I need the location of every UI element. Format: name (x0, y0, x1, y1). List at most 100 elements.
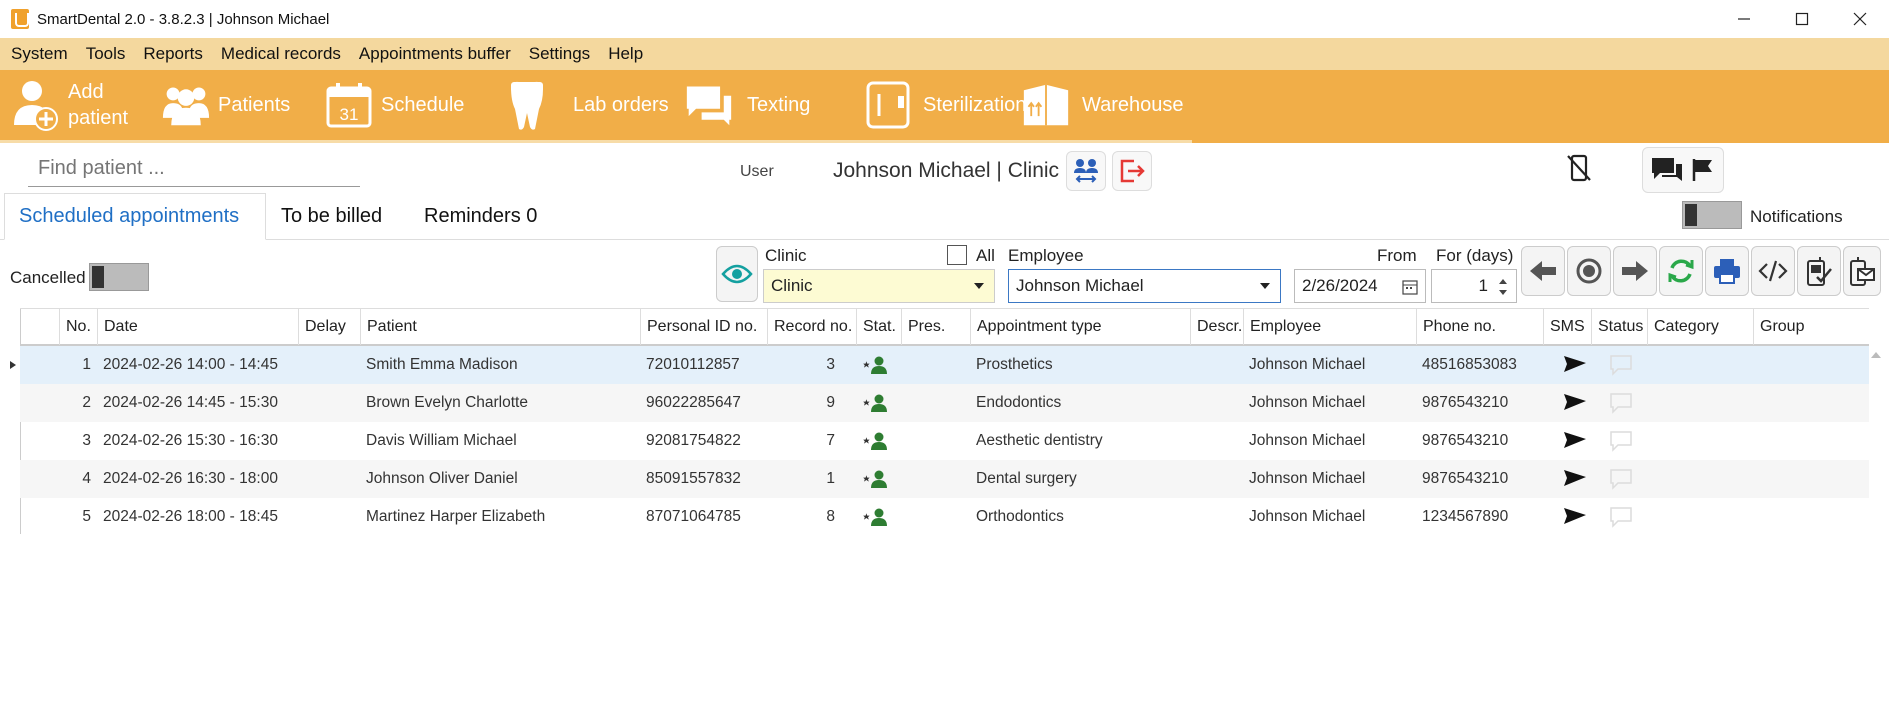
cell-record-no: 8 (826, 508, 835, 525)
col-record-no[interactable]: Record no. (767, 309, 856, 345)
phone-mail-button[interactable] (1843, 246, 1881, 296)
table-row[interactable]: 4 2024-02-26 16:30 - 18:00 Johnson Oliver … (20, 460, 1869, 498)
menu-help[interactable]: Help (605, 44, 646, 64)
col-phone[interactable]: Phone no. (1416, 309, 1533, 345)
no-phone-icon[interactable] (1564, 153, 1594, 188)
col-date[interactable]: Date (97, 309, 298, 345)
calendar-day-number: 31 (340, 105, 359, 124)
menu-bar: System Tools Reports Medical records App… (0, 38, 1889, 70)
print-button[interactable] (1705, 246, 1749, 296)
texting-button[interactable]: Texting (673, 70, 853, 143)
patient-status-icon (857, 460, 891, 498)
refresh-button[interactable] (1659, 246, 1703, 296)
menu-reports[interactable]: Reports (140, 44, 206, 64)
col-employee[interactable]: Employee (1243, 309, 1416, 345)
messages-icon[interactable] (1650, 155, 1684, 185)
col-no[interactable]: No. (59, 309, 97, 345)
maximize-button[interactable] (1773, 0, 1831, 38)
close-button[interactable] (1831, 0, 1889, 38)
employee-select-value: Johnson Michael (1016, 276, 1144, 295)
warehouse-button[interactable]: Warehouse (1022, 70, 1192, 143)
send-sms-icon[interactable] (1557, 460, 1587, 498)
from-label: From (1377, 246, 1417, 265)
menu-tools[interactable]: Tools (83, 44, 129, 64)
cell-date: 2024-02-26 14:45 - 15:30 (103, 394, 278, 411)
texting-label: Texting (747, 94, 811, 116)
table-row[interactable]: 5 2024-02-26 18:00 - 18:45 Martinez Harper… (20, 498, 1869, 536)
patients-button[interactable]: Patients (150, 70, 313, 143)
phone-check-button[interactable] (1797, 246, 1841, 296)
tab-reminders[interactable]: Reminders 0 (410, 193, 551, 240)
eye-icon (721, 264, 753, 284)
send-sms-icon[interactable] (1557, 498, 1587, 536)
all-checkbox[interactable] (947, 245, 967, 265)
patient-status-icon (857, 498, 891, 536)
user-name: Johnson Michael | Clinic (833, 159, 1060, 182)
minimize-button[interactable] (1715, 0, 1773, 38)
sterilization-label: Sterilization (923, 94, 1027, 116)
send-sms-icon[interactable] (1557, 346, 1587, 384)
table-row[interactable]: 2 2024-02-26 14:45 - 15:30 Brown Evelyn Ch… (20, 384, 1869, 422)
table-row[interactable]: 1 2024-02-26 14:00 - 14:45 Smith Emma Madi… (10, 346, 1869, 384)
from-date-input[interactable]: 2/26/2024 (1294, 269, 1426, 303)
col-delay[interactable]: Delay (298, 309, 360, 345)
tooth-icon (503, 79, 551, 131)
col-personal-id[interactable]: Personal ID no. (640, 309, 767, 345)
chevron-down-icon (1260, 283, 1270, 289)
code-button[interactable] (1751, 246, 1795, 296)
cell-patient: Brown Evelyn Charlotte (366, 394, 528, 411)
cell-phone: 1234567890 (1422, 508, 1509, 525)
cell-phone: 9876543210 (1422, 432, 1509, 449)
logout-button[interactable] (1112, 151, 1152, 191)
table-row[interactable]: 3 2024-02-26 15:30 - 16:30 Davis William M… (20, 422, 1869, 460)
menu-medical-records[interactable]: Medical records (218, 44, 344, 64)
cell-employee: Johnson Michael (1249, 508, 1366, 525)
scroll-up-arrow-icon[interactable] (1871, 352, 1881, 358)
col-sms[interactable]: SMS (1543, 309, 1591, 345)
cell-no: 1 (82, 356, 91, 373)
col-status[interactable]: Status (1591, 309, 1647, 345)
arrow-left-icon (1530, 261, 1556, 281)
send-sms-icon[interactable] (1557, 384, 1587, 422)
cell-appointment-type: Orthodontics (976, 508, 1064, 525)
next-day-button[interactable] (1613, 246, 1657, 296)
calendar-icon[interactable] (1402, 279, 1418, 295)
notifications-label: Notifications (1750, 207, 1843, 226)
previous-day-button[interactable] (1521, 246, 1565, 296)
today-button[interactable] (1567, 246, 1611, 296)
days-stepper[interactable]: 1 (1431, 269, 1517, 303)
phone-check-icon (1807, 257, 1832, 286)
lab-orders-button[interactable]: Lab orders (491, 70, 673, 143)
tab-scheduled-appointments[interactable]: Scheduled appointments (4, 193, 266, 240)
view-button[interactable] (716, 246, 758, 302)
col-patient[interactable]: Patient (360, 309, 640, 345)
send-sms-icon[interactable] (1557, 422, 1587, 460)
menu-appointments-buffer[interactable]: Appointments buffer (356, 44, 514, 64)
cancelled-toggle[interactable] (89, 263, 149, 291)
col-appointment-type[interactable]: Appointment type (970, 309, 1210, 345)
sterilization-button[interactable]: Sterilization (853, 70, 1026, 143)
add-patient-button[interactable]: Add patient (0, 70, 150, 143)
cell-record-no: 1 (826, 470, 835, 487)
schedule-button[interactable]: 31 Schedule (313, 70, 491, 143)
stepper-arrows-icon[interactable] (1498, 276, 1508, 298)
cell-patient: Davis William Michael (366, 432, 517, 449)
switch-user-button[interactable] (1066, 151, 1106, 191)
notifications-toggle[interactable] (1682, 201, 1742, 229)
menu-system[interactable]: System (8, 44, 71, 64)
col-group[interactable]: Group (1753, 309, 1853, 345)
col-pres[interactable]: Pres. (901, 309, 970, 345)
lab-orders-label: Lab orders (573, 94, 669, 116)
menu-settings[interactable]: Settings (526, 44, 593, 64)
cell-patient: Smith Emma Madison (366, 356, 518, 373)
days-value: 1 (1478, 276, 1488, 295)
tab-to-be-billed[interactable]: To be billed (267, 193, 396, 240)
flag-icon[interactable] (1690, 157, 1716, 183)
find-patient-input[interactable] (28, 151, 360, 187)
clinic-select[interactable]: Clinic (763, 269, 995, 303)
add-patient-label-line1: Add (68, 81, 104, 103)
col-descr[interactable]: Descr. (1190, 309, 1243, 345)
col-category[interactable]: Category (1647, 309, 1753, 345)
employee-select[interactable]: Johnson Michael (1008, 269, 1281, 303)
col-stat[interactable]: Stat. (856, 309, 901, 345)
